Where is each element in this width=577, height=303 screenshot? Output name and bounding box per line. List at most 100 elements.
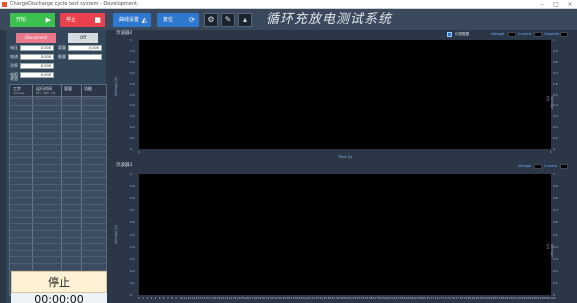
chart2-x-tick: 5 — [158, 296, 161, 300]
pen-button[interactable]: ✎ — [221, 13, 235, 27]
gear-button[interactable]: ⚙ — [204, 13, 218, 27]
chart2-right-y-tick: 0.2 — [553, 268, 558, 273]
table-row — [10, 263, 106, 264]
legend-capacity: Capacity — [544, 32, 560, 36]
record-checkbox[interactable] — [447, 32, 452, 37]
reset-button[interactable]: 复位 ⟳ — [157, 13, 199, 27]
table-row — [10, 117, 106, 119]
chart1-left-y-tick: 0.8 — [130, 59, 135, 64]
close-icon[interactable]: × — [563, 0, 577, 9]
table-row — [10, 223, 106, 225]
chart2-right-y-tick: 0.3 — [553, 256, 558, 261]
chart2-left-y-tick: 0.8 — [130, 196, 135, 201]
header-function: 功能 — [84, 86, 92, 91]
legend-current: Current — [518, 32, 532, 36]
run-status-indicator: 停止 — [11, 271, 107, 293]
chart1-right-y-tick: 0.2 — [553, 125, 558, 130]
energy-field[interactable] — [68, 54, 102, 60]
chart2-right-y-tick: 0.8 — [553, 196, 558, 201]
chart2-right-y-tick: 0.7 — [553, 208, 558, 213]
minimize-icon[interactable]: – — [535, 0, 549, 9]
chart1-right-y-tick: 0.7 — [553, 70, 558, 75]
chart2-left-y-tick: 0.5 — [130, 232, 135, 237]
chart2-right-y-tick: 0.1 — [553, 280, 558, 285]
chart-icon: ◭ — [141, 16, 147, 24]
chart1-plot-area[interactable] — [139, 40, 551, 149]
capacity-field[interactable]: 0.000 — [68, 45, 102, 51]
table-row — [10, 111, 106, 113]
steps-table[interactable]: 工步 运行时间 容量 功能 Change HH : MM : SS — [9, 84, 107, 296]
current-label: 电流 — [10, 54, 18, 59]
table-row — [10, 243, 106, 245]
chart1-right-y-tick: 0 — [553, 147, 555, 151]
chart1-left-y-tick: 0.4 — [130, 103, 135, 108]
window-titlebar: ChargeDischarge cycle test system - Deve… — [0, 0, 577, 9]
app-icon — [2, 2, 7, 7]
chart2-x-tick: 9 — [175, 296, 177, 300]
chart2-left-y-tick: 0.6 — [130, 220, 135, 225]
table-row — [10, 197, 106, 198]
header-capacity: 容量 — [64, 86, 72, 91]
legend-current-swatch — [534, 32, 542, 37]
power-field[interactable]: 0.000 — [20, 63, 54, 69]
table-row — [10, 164, 106, 165]
chart2-x-tick: 0 — [138, 296, 140, 300]
current-field[interactable]: 0.000 — [20, 54, 54, 60]
graph-settings-label: 曲线设置 — [119, 17, 140, 23]
chart2-x-tick: 1 — [142, 296, 145, 300]
table-row — [10, 177, 106, 179]
legend-current-2-swatch — [560, 164, 568, 169]
table-row — [10, 104, 106, 106]
chart1-right-y-tick: 1 — [553, 38, 555, 42]
chart2-left-y-tick: 0.7 — [130, 208, 135, 213]
chart1-right-y-tick: 0.9 — [553, 48, 558, 53]
chart2-plot-area[interactable] — [139, 174, 551, 295]
play-icon: ▶ — [45, 16, 51, 24]
chart1-left-y-tick: 0.1 — [130, 136, 135, 141]
chart-button[interactable]: ▴ — [238, 13, 252, 27]
chart1-x-axis-label: Time (s) — [338, 155, 353, 159]
start-label: 开始 — [16, 17, 27, 23]
chart1-title: 示波器2 — [116, 31, 133, 36]
chart2-left-y-tick: 1 — [130, 172, 132, 176]
table-row — [10, 183, 106, 185]
legend-voltage: Voltage — [491, 32, 505, 36]
table-row — [10, 210, 106, 212]
stop-label: 停止 — [66, 17, 77, 23]
chart2-x-tick: 7 — [166, 296, 169, 300]
start-button[interactable]: 开始 ▶ — [10, 13, 55, 27]
power-label: 功率 — [10, 63, 18, 68]
chart1-left-y-tick: 0.5 — [130, 92, 135, 97]
chart1-right-y-tick: 0.8 — [553, 59, 558, 64]
legend-voltage-2-swatch — [534, 164, 542, 169]
control-panel: Disconnect Off 电压 0.000 电流 0.000 功率 0.00… — [6, 30, 107, 303]
chart2-right-y-tick: 0.9 — [553, 184, 558, 189]
chart-panel-1: 示波器2 记录数据 Voltage Current Capacity Volta… — [110, 30, 571, 159]
graph-settings-button[interactable]: 曲线设置 ◭ — [113, 13, 151, 27]
chart1-right-y-tick: 0.1 — [553, 136, 558, 141]
disconnect-button[interactable]: Disconnect — [16, 33, 56, 43]
chart1-right-y-tick: 0.3 — [553, 114, 558, 119]
legend-capacity-swatch — [560, 32, 568, 37]
bar-chart-icon: ▴ — [242, 15, 247, 24]
resistance-field[interactable]: 0.000 — [20, 72, 54, 78]
voltage-field[interactable]: 0.000 — [20, 45, 54, 51]
table-row — [10, 144, 106, 146]
chart2-left-y-tick: 0.2 — [130, 268, 135, 273]
status-label: 状态 — [10, 76, 18, 81]
maximize-icon[interactable]: □ — [549, 0, 563, 9]
chart1-right-y-tick: 0.6 — [553, 81, 558, 86]
chart2-left-y-tick: 0.9 — [130, 184, 135, 189]
chart1-left-y-tick: 1 — [130, 38, 132, 42]
window-title: ChargeDischarge cycle test system - Deve… — [10, 1, 137, 7]
table-row — [10, 236, 106, 238]
stop-button[interactable]: 停止 ■ — [60, 13, 105, 27]
chart1-x-tick: 0 — [138, 150, 140, 154]
chart1-left-y-tick: 0.2 — [130, 125, 135, 130]
chart2-x-tick: 4 — [154, 296, 157, 300]
chart2-right-y-tick: 1 — [553, 172, 555, 176]
off-button[interactable]: Off — [68, 33, 98, 43]
chart1-right-y-tick: 0.5 — [553, 92, 558, 97]
table-row — [10, 216, 106, 218]
pen-icon: ✎ — [224, 15, 232, 24]
